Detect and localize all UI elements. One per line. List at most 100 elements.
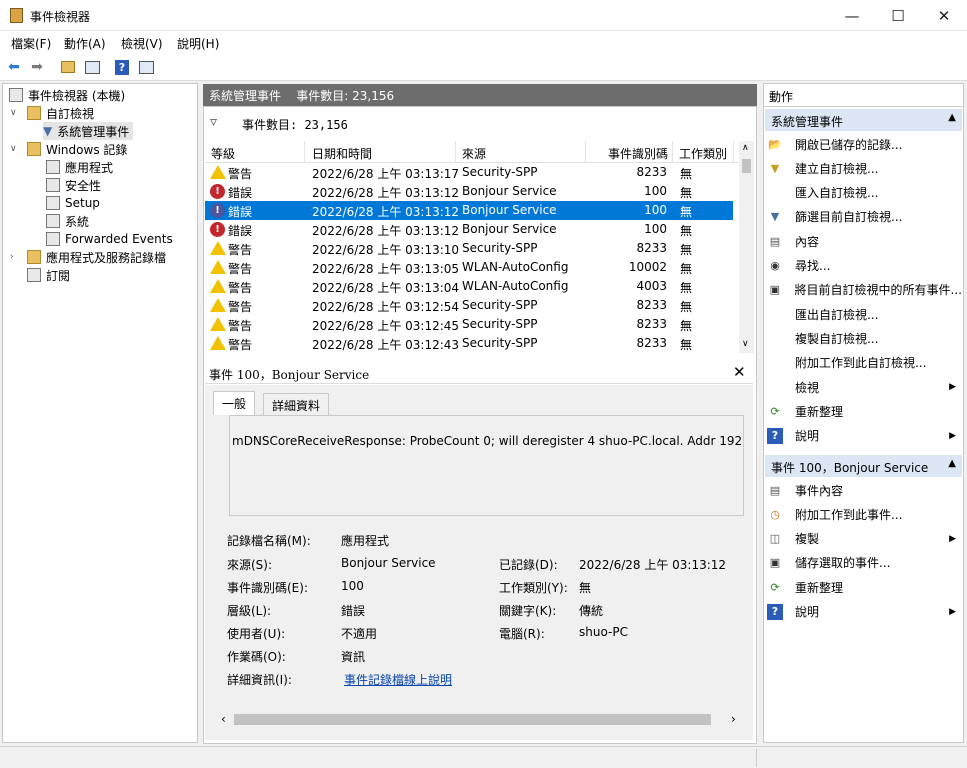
tree-forwarded-log[interactable]: Forwarded Events — [46, 230, 173, 248]
column-level[interactable]: 等級 — [211, 145, 235, 162]
tree-root[interactable]: 事件檢視器 (本機) — [9, 86, 125, 104]
table-row[interactable]: ! 錯誤 2022/6/28 上午 03:13:12 Bonjour Service 1… — [205, 201, 733, 220]
action-item[interactable]: ▣ 儲存選取的事件... — [767, 552, 962, 574]
title-bar: 事件檢視器 — ☐ ✕ — [0, 0, 967, 31]
event-list-scrollbar[interactable]: ∧ ∨ — [739, 141, 754, 353]
cell-event-id: 100 — [644, 222, 667, 236]
cell-datetime: 2022/6/28 上午 03:13:17 — [312, 167, 460, 181]
cell-level: 警告 — [228, 300, 253, 314]
minimize-button[interactable]: — — [829, 0, 875, 31]
action-item[interactable]: ? 說明 ▶ — [767, 601, 962, 623]
collapse-icon[interactable]: ▲ — [948, 112, 956, 123]
back-icon[interactable]: ⬅ — [4, 57, 24, 77]
tree-system-log[interactable]: 系統 — [46, 212, 89, 230]
action-item[interactable]: 複製自訂檢視... — [767, 327, 962, 349]
action-item[interactable]: ◷ 附加工作到此事件... — [767, 503, 962, 525]
actions-section-admin-events[interactable]: 系統管理事件 ▲ — [765, 109, 962, 131]
actions-section-event[interactable]: 事件 100，Bonjour Service ▲ — [765, 455, 962, 477]
menu-action[interactable]: 動作(A) — [64, 35, 106, 52]
action-label: 說明 — [795, 605, 820, 619]
action-item[interactable]: ▤ 事件內容 — [767, 479, 962, 501]
action-item[interactable]: 📂 開啟已儲存的記錄... — [767, 133, 962, 155]
tree-subscriptions[interactable]: 訂閱 — [27, 266, 70, 284]
tab-details[interactable]: 詳細資料 — [263, 393, 330, 415]
scroll-up-icon[interactable]: ∧ — [742, 143, 749, 153]
column-source[interactable]: 來源 — [462, 145, 486, 162]
action-item[interactable]: 附加工作到此自訂檢視... — [767, 352, 962, 374]
tree-app-log[interactable]: 應用程式 — [46, 158, 113, 176]
cell-event-id: 8233 — [636, 298, 667, 312]
close-detail-icon[interactable]: ✕ — [733, 363, 746, 381]
action-item[interactable]: ? 說明 ▶ — [767, 425, 962, 447]
tree-admin-events[interactable]: ▼ 系統管理事件 — [43, 122, 134, 140]
tree-security-log[interactable]: 安全性 — [46, 176, 101, 194]
table-row[interactable]: 警告 2022/6/28 上午 03:12:54 Security-SPP 8233 無 — [205, 296, 733, 315]
more-info-link[interactable]: 事件記錄檔線上說明 — [344, 671, 452, 688]
scroll-right-icon[interactable]: › — [731, 712, 736, 726]
cell-event-id: 8233 — [636, 317, 667, 331]
action-item[interactable]: ◫ 複製 ▶ — [767, 528, 962, 550]
toolbar: ⬅ ➡ ? — [0, 53, 967, 81]
table-row[interactable]: ! 錯誤 2022/6/28 上午 03:13:12 Bonjour Service 1… — [205, 220, 733, 239]
menu-help[interactable]: 說明(H) — [177, 35, 219, 52]
cell-event-id: 4003 — [636, 279, 667, 293]
show-hide-tree-icon[interactable] — [82, 57, 102, 77]
tree-app-service-logs[interactable]: 應用程式及服務記錄檔 — [27, 248, 166, 266]
chevron-down-icon[interactable]: ∨ — [10, 108, 17, 118]
column-datetime[interactable]: 日期和時間 — [312, 145, 372, 162]
column-event-id[interactable]: 事件識別碼 — [608, 145, 668, 162]
cell-level: 警告 — [228, 262, 253, 276]
action-item[interactable]: ⟳ 重新整理 — [767, 400, 962, 422]
table-row[interactable]: 警告 2022/6/28 上午 03:13:05 WLAN-AutoConfig 10… — [205, 258, 733, 277]
table-row[interactable]: 警告 2022/6/28 上午 03:12:45 Security-SPP 8233 無 — [205, 315, 733, 334]
tree-windows-logs-label: Windows 記錄 — [46, 142, 128, 157]
submenu-arrow-icon: ▶ — [949, 606, 956, 617]
action-label: 複製自訂檢視... — [795, 331, 879, 346]
scrollbar-thumb[interactable] — [234, 714, 711, 725]
action-item[interactable]: ▼ 篩選目前自訂檢視... — [767, 206, 962, 228]
scroll-left-icon[interactable]: ‹ — [221, 712, 226, 726]
detail-horizontal-scrollbar[interactable]: ‹ › — [219, 711, 744, 728]
action-item[interactable]: ⟳ 重新整理 — [767, 576, 962, 598]
close-button[interactable]: ✕ — [921, 0, 967, 31]
tree-windows-logs[interactable]: Windows 記錄 — [27, 140, 127, 158]
chevron-down-icon[interactable]: ∨ — [10, 144, 17, 154]
scroll-down-icon[interactable]: ∨ — [742, 339, 749, 349]
menu-view[interactable]: 檢視(V) — [121, 35, 163, 52]
actions-section-title: 系統管理事件 — [771, 115, 844, 129]
copy-icon: ◫ — [769, 532, 781, 546]
help-icon[interactable]: ? — [112, 57, 132, 77]
column-task[interactable]: 工作類別 — [679, 145, 727, 162]
cell-event-id: 100 — [644, 184, 667, 198]
action-item[interactable]: 匯出自訂檢視... — [767, 303, 962, 325]
action-item[interactable]: ▣ 將目前自訂檢視中的所有事件... — [767, 279, 962, 301]
value-user: 不適用 — [341, 627, 378, 641]
table-row[interactable]: 警告 2022/6/28 上午 03:13:17 Security-SPP 8233 無 — [205, 163, 733, 182]
scrollbar-thumb[interactable] — [742, 159, 751, 173]
table-row[interactable]: 警告 2022/6/28 上午 03:13:04 WLAN-AutoConfig 40… — [205, 277, 733, 296]
maximize-button[interactable]: ☐ — [875, 0, 921, 31]
table-row[interactable]: 警告 2022/6/28 上午 03:13:10 Security-SPP 8233 無 — [205, 239, 733, 258]
action-item[interactable]: ▼ 建立自訂檢視... — [767, 157, 962, 179]
tree-custom-views[interactable]: 自訂檢視 — [27, 104, 94, 122]
folder-up-icon[interactable] — [58, 57, 78, 77]
action-item[interactable]: 檢視 ▶ — [767, 376, 962, 398]
action-item[interactable]: 匯入自訂檢視... — [767, 182, 962, 204]
collapse-icon[interactable]: ▲ — [948, 458, 956, 469]
cell-level: 錯誤 — [228, 205, 253, 219]
tree-setup-log[interactable]: Setup — [46, 194, 100, 212]
task-icon: ◷ — [770, 507, 780, 521]
table-row[interactable]: ! 錯誤 2022/6/28 上午 03:13:12 Bonjour Service 1… — [205, 182, 733, 201]
folder-icon — [27, 142, 41, 156]
forward-icon[interactable]: ➡ — [27, 57, 47, 77]
table-row[interactable]: 警告 2022/6/28 上午 03:12:43 Security-SPP 8233 無 — [205, 334, 733, 353]
event-detail-title: 事件 100，Bonjour Service — [209, 368, 370, 382]
menu-file[interactable]: 檔案(F) — [11, 35, 51, 52]
action-item[interactable]: ◉ 尋找... — [767, 255, 962, 277]
chevron-right-icon[interactable]: › — [10, 252, 14, 262]
tab-general[interactable]: 一般 — [213, 391, 256, 415]
value-task: 無 — [579, 581, 592, 595]
cell-level: 警告 — [228, 338, 253, 352]
action-item[interactable]: ▤ 內容 — [767, 230, 962, 252]
show-hide-action-pane-icon[interactable] — [136, 57, 156, 77]
